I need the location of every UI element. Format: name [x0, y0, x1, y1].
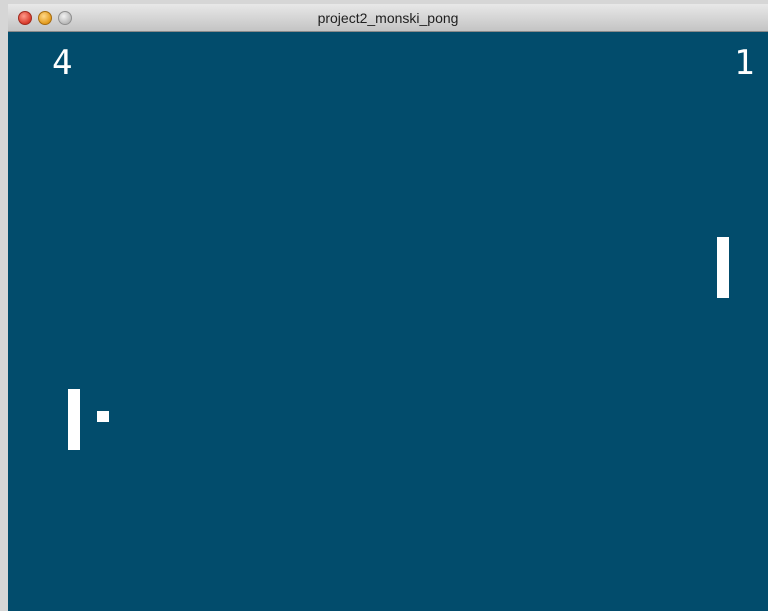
game-canvas[interactable]: 4 1 [8, 32, 768, 611]
right-paddle [717, 237, 729, 298]
window-title: project2_monski_pong [317, 10, 459, 26]
ball [97, 411, 109, 422]
score-right: 1 [734, 43, 755, 83]
score-left: 4 [52, 43, 73, 83]
left-paddle [68, 389, 80, 450]
title-bar[interactable]: project2_monski_pong [8, 4, 768, 32]
app-window: project2_monski_pong 4 1 [8, 4, 768, 611]
